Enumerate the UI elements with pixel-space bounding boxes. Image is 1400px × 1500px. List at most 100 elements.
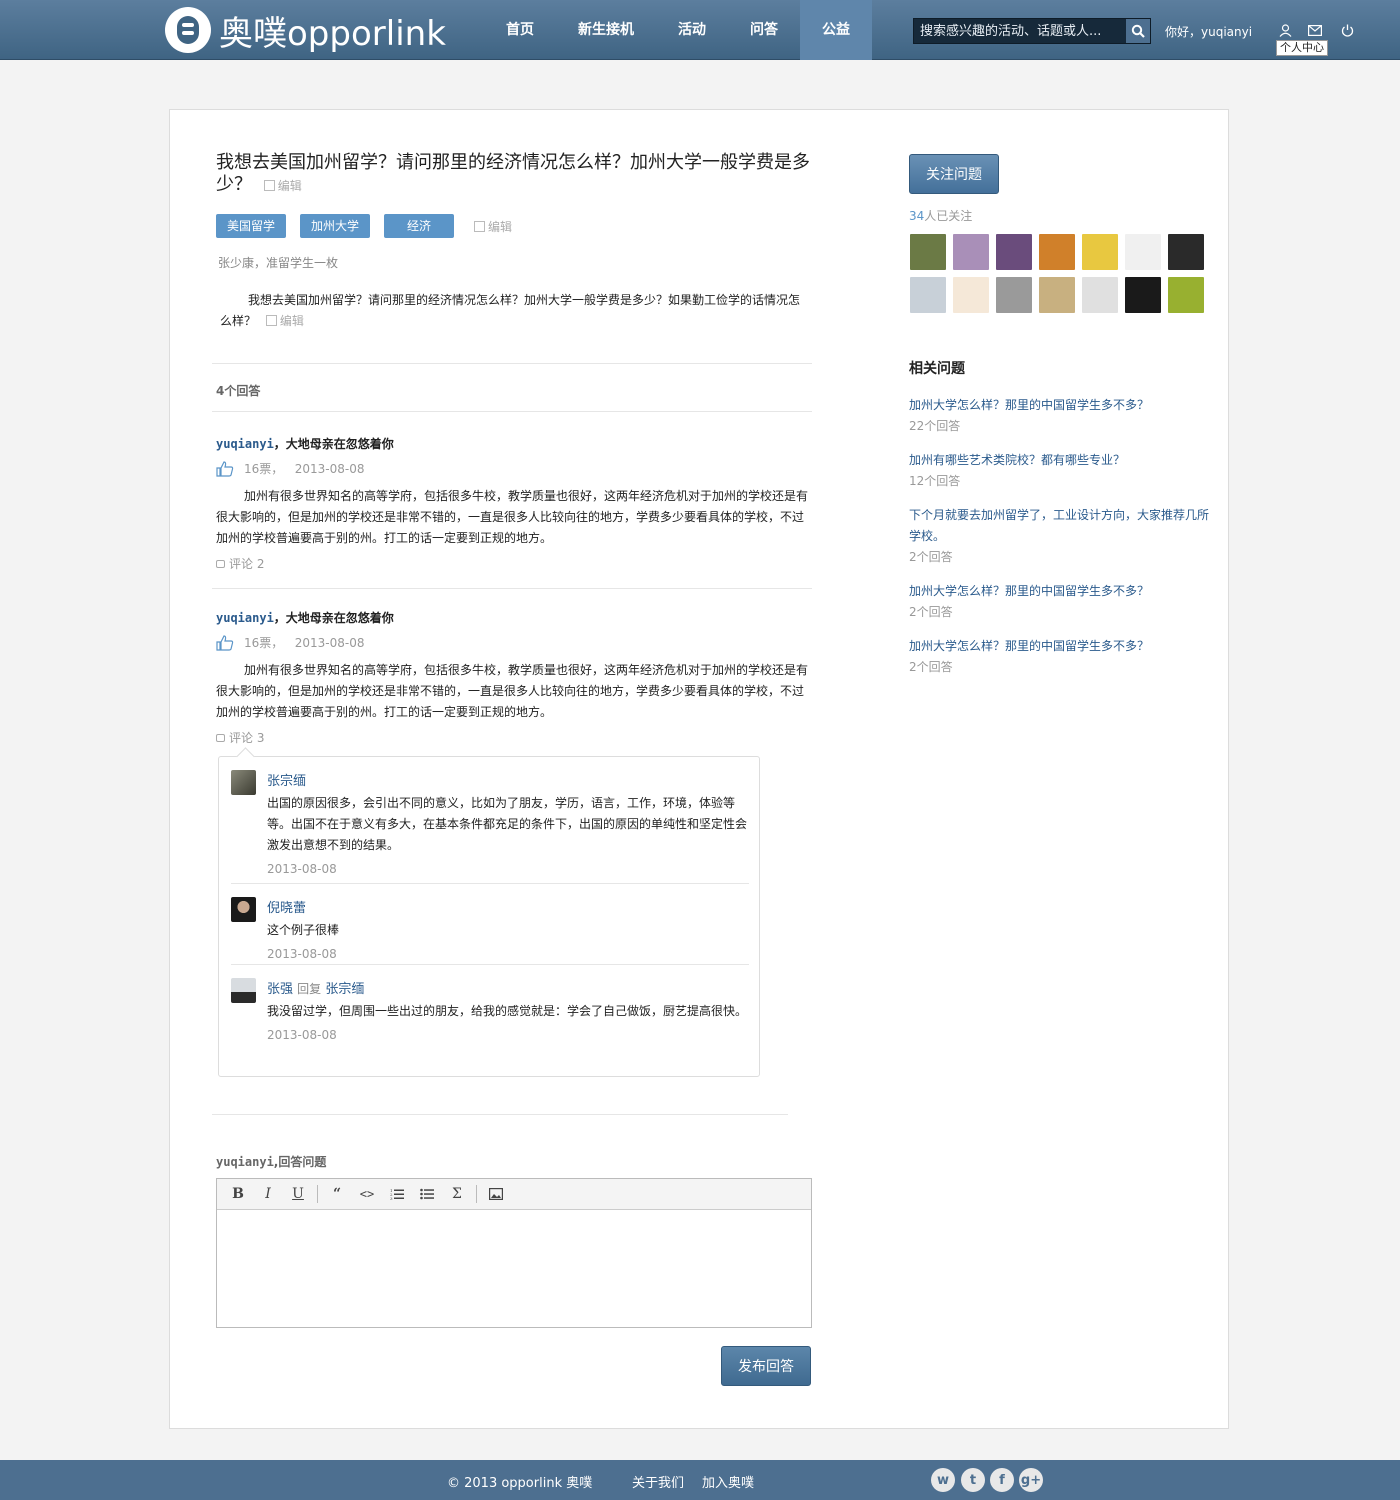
- comment-date: 2013-08-08: [267, 1028, 337, 1042]
- related-answer-count: 12个回答: [909, 474, 961, 488]
- related-questions-list: 加州大学怎么样？那里的中国留学生多不多？ 22个回答 加州有哪些艺术类院校？都有…: [909, 395, 1209, 691]
- avatar[interactable]: [231, 978, 256, 1003]
- related-question-item: 加州有哪些艺术类院校？都有哪些专业？ 12个回答: [909, 450, 1209, 489]
- comment-username[interactable]: 倪晓蕾: [267, 897, 749, 916]
- follower-avatar[interactable]: [1125, 234, 1161, 270]
- weibo-icon[interactable]: w: [931, 1468, 955, 1492]
- join-link[interactable]: 加入奥噗: [702, 1472, 754, 1491]
- comments-toggle[interactable]: 评论 3: [216, 729, 810, 746]
- search-input[interactable]: [914, 19, 1126, 43]
- comment-date: 2013-08-08: [267, 947, 337, 961]
- nav-home[interactable]: 首页: [484, 0, 556, 60]
- avatar[interactable]: [231, 770, 256, 795]
- asker-info[interactable]: 张少康，准留学生一枚: [218, 254, 338, 271]
- vote-count: 16票，: [244, 636, 284, 650]
- answer-editor: B I U “ <> 123 Σ: [216, 1178, 812, 1328]
- svg-text:3: 3: [390, 1196, 393, 1200]
- power-icon[interactable]: [1339, 22, 1355, 38]
- tag-item[interactable]: 加州大学: [300, 214, 370, 238]
- comments-toggle[interactable]: 评论 2: [216, 555, 810, 572]
- reply-to-username[interactable]: 张宗缅: [325, 982, 364, 997]
- bold-icon[interactable]: B: [223, 1182, 253, 1206]
- question-body-text: 我想去美国加州留学？请问那里的经济情况怎么样？加州大学一般学费是多少？如果勤工俭…: [220, 293, 801, 328]
- follower-avatar[interactable]: [996, 234, 1032, 270]
- formula-icon[interactable]: Σ: [442, 1182, 472, 1206]
- toolbar-separator: [476, 1185, 477, 1203]
- answer-text: 加州有很多世界知名的高等学府，包括很多牛校，教学质量也很好，这两年经济危机对于加…: [216, 663, 809, 719]
- facebook-icon[interactable]: f: [990, 1468, 1014, 1492]
- comment-username[interactable]: 张强: [267, 982, 293, 997]
- nav-charity[interactable]: 公益: [800, 0, 872, 60]
- follower-avatar[interactable]: [953, 234, 989, 270]
- image-icon[interactable]: [481, 1182, 511, 1206]
- comment-username[interactable]: 张宗缅: [267, 770, 749, 789]
- follower-avatar[interactable]: [1168, 234, 1204, 270]
- follower-avatar[interactable]: [996, 277, 1032, 313]
- code-icon[interactable]: <>: [352, 1182, 382, 1206]
- logo[interactable]: 奥噗opporlink: [165, 7, 446, 54]
- related-question-link[interactable]: 加州大学怎么样？那里的中国留学生多不多？: [909, 395, 1209, 416]
- follower-avatar[interactable]: [1125, 277, 1161, 313]
- answer-meta: 16票， 2013-08-08: [216, 634, 810, 651]
- follower-avatar[interactable]: [910, 234, 946, 270]
- related-answer-count: 2个回答: [909, 660, 953, 674]
- answer-username[interactable]: yuqianyi: [216, 437, 274, 451]
- vote-count: 16票，: [244, 462, 284, 476]
- related-question-link[interactable]: 下个月就要去加州留学了，工业设计方向，大家推荐几所学校。: [909, 505, 1209, 547]
- thumbs-up-icon[interactable]: [216, 460, 234, 477]
- nav-airport-pickup[interactable]: 新生接机: [556, 0, 656, 60]
- follower-avatar[interactable]: [910, 277, 946, 313]
- follower-avatar[interactable]: [1082, 277, 1118, 313]
- ordered-list-icon[interactable]: 123: [382, 1182, 412, 1206]
- related-question-link[interactable]: 加州大学怎么样？那里的中国留学生多不多？: [909, 636, 1209, 657]
- unordered-list-icon[interactable]: [412, 1182, 442, 1206]
- follower-avatar[interactable]: [1082, 234, 1118, 270]
- divider: [212, 1114, 788, 1115]
- tag-item[interactable]: 经济: [384, 214, 454, 238]
- tag-item[interactable]: 美国留学: [216, 214, 286, 238]
- comment-icon: [216, 559, 225, 568]
- submit-answer-button[interactable]: 发布回答: [721, 1346, 811, 1386]
- follower-avatar[interactable]: [1039, 234, 1075, 270]
- editor-toolbar: B I U “ <> 123 Σ: [217, 1179, 811, 1210]
- user-greeting[interactable]: 你好，yuqianyi: [1165, 23, 1252, 40]
- underline-icon[interactable]: U: [283, 1182, 313, 1206]
- edit-icon: [263, 180, 275, 191]
- about-link[interactable]: 关于我们: [632, 1472, 684, 1491]
- google-plus-icon[interactable]: g+: [1019, 1468, 1043, 1492]
- follow-question-button[interactable]: 关注问题: [909, 154, 999, 194]
- top-navbar: 奥噗opporlink 首页 新生接机 活动 问答 公益 你好，yuqianyi…: [0, 0, 1400, 60]
- divider: [212, 411, 812, 412]
- nav-events[interactable]: 活动: [656, 0, 728, 60]
- user-icon[interactable]: [1277, 22, 1293, 38]
- edit-icon: [265, 315, 277, 326]
- related-question-item: 加州大学怎么样？那里的中国留学生多不多？ 2个回答: [909, 581, 1209, 620]
- answer-username[interactable]: yuqianyi: [216, 611, 274, 625]
- related-question-link[interactable]: 加州大学怎么样？那里的中国留学生多不多？: [909, 581, 1209, 602]
- divider: [212, 363, 812, 364]
- follower-avatar[interactable]: [953, 277, 989, 313]
- thumbs-up-icon[interactable]: [216, 634, 234, 651]
- edit-tags-link[interactable]: 编辑: [474, 218, 512, 235]
- toolbar-separator: [317, 1185, 318, 1203]
- related-question-link[interactable]: 加州有哪些艺术类院校？都有哪些专业？: [909, 450, 1209, 471]
- twitter-icon[interactable]: t: [961, 1468, 985, 1492]
- italic-icon[interactable]: I: [253, 1182, 283, 1206]
- mail-icon[interactable]: [1307, 22, 1323, 38]
- footer: © 2013 opporlink 奥噗 关于我们 加入奥噗 w t f g+: [0, 1460, 1400, 1500]
- user-center-tooltip: 个人中心: [1276, 40, 1328, 56]
- edit-body-link[interactable]: 编辑: [265, 314, 304, 328]
- edit-title-link[interactable]: 编辑: [263, 179, 302, 193]
- question-title: 我想去美国加州留学？请问那里的经济情况怎么样？加州大学一般学费是多少？ 编辑: [216, 152, 816, 197]
- tag-list: 美国留学 加州大学 经济 编辑: [216, 214, 512, 238]
- answer-textarea[interactable]: [217, 1210, 811, 1327]
- nav-qa[interactable]: 问答: [728, 0, 800, 60]
- edit-icon: [474, 220, 485, 232]
- follower-avatar[interactable]: [1039, 277, 1075, 313]
- search-button[interactable]: [1126, 19, 1150, 43]
- avatar[interactable]: [231, 897, 256, 922]
- follower-avatar[interactable]: [1168, 277, 1204, 313]
- search-icon: [1131, 24, 1145, 38]
- answer-author: yuqianyi，大地母亲在忽悠着你: [216, 611, 394, 625]
- quote-icon[interactable]: “: [322, 1182, 352, 1206]
